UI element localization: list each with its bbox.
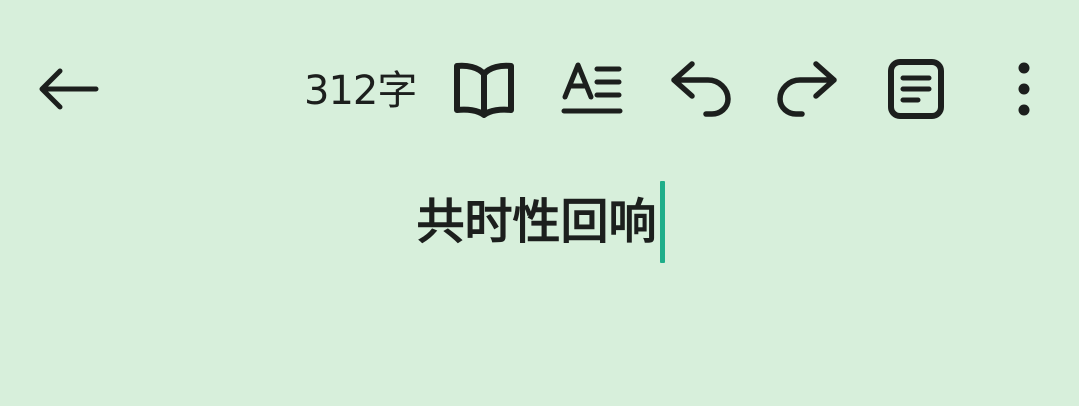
word-count: 312字: [304, 68, 417, 114]
reading-mode-button[interactable]: [444, 49, 524, 129]
undo-button[interactable]: [660, 49, 740, 129]
text-format-button[interactable]: [552, 49, 632, 129]
notes-icon: [888, 59, 944, 119]
redo-button[interactable]: [768, 49, 848, 129]
back-button[interactable]: [28, 49, 108, 129]
document-title-editor[interactable]: 共时性回响: [0, 181, 1079, 263]
text-format-icon: [561, 62, 623, 114]
notes-button[interactable]: [876, 49, 956, 129]
top-toolbar: 312字: [0, 0, 1079, 180]
title-text-wrapper: 共时性回响: [416, 181, 665, 263]
more-options-button[interactable]: [984, 49, 1064, 129]
redo-icon: [777, 61, 837, 117]
arrow-left-icon: [39, 68, 99, 110]
text-caret: [659, 181, 665, 263]
open-book-icon: [454, 62, 514, 118]
undo-icon: [671, 61, 731, 117]
more-vertical-icon: [1018, 62, 1030, 116]
document-title: 共时性回响: [416, 194, 657, 250]
